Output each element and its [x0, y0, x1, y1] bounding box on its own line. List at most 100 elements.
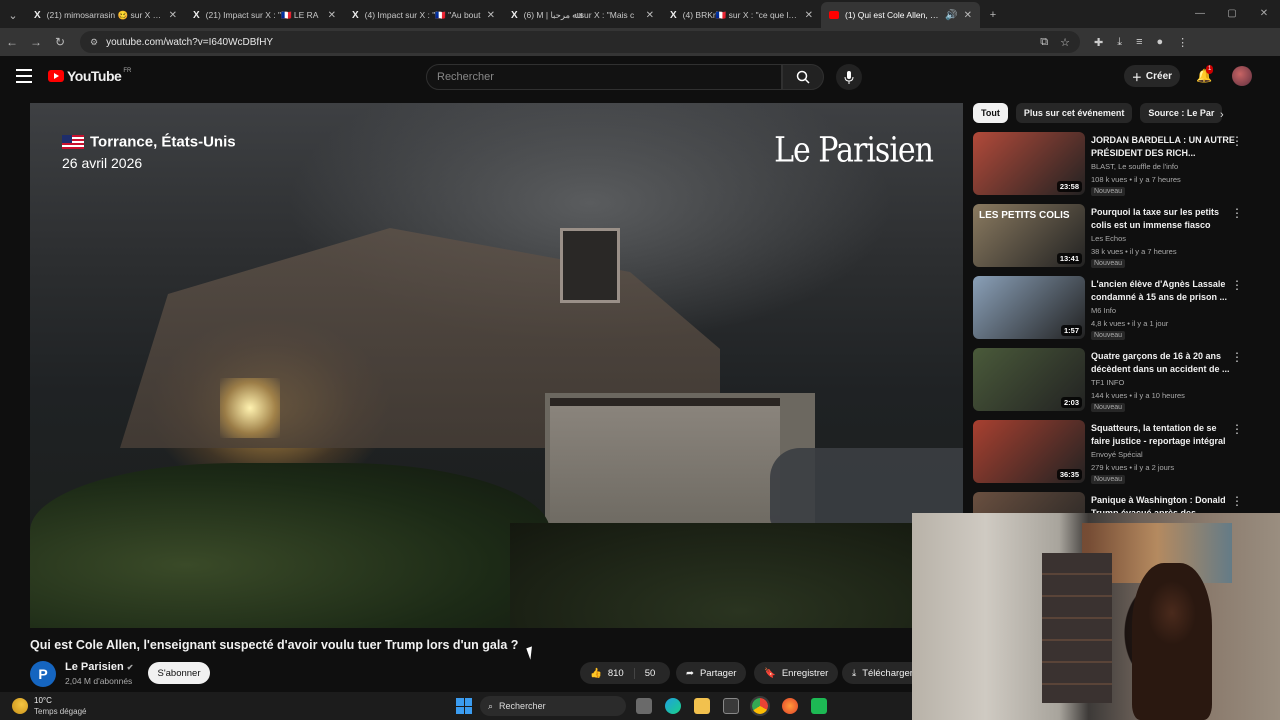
recommended-video[interactable]: 1:57 L'ancien élève d'Agnès Lassale conda… [973, 276, 1253, 342]
address-bar[interactable]: ⚙ youtube.com/watch?v=I640WcDBfHY ⧉ ☆ [80, 31, 1080, 53]
browser-tab-strip: ⌄ X (21) mimosarrasin 🥴 sur X : "C ✕ X (21) … [0, 0, 1280, 28]
tab-title: (21) Impact sur X : "🇫🇷 LE RA [205, 9, 319, 20]
dislike-button[interactable]: 50 [635, 668, 666, 679]
browser-tab[interactable]: X (21) mimosarrasin 🥴 sur X : "C ✕ [26, 2, 185, 28]
weather-description: Temps dégagé [34, 707, 87, 716]
youtube-logo[interactable]: YouTube FR [48, 68, 131, 84]
subscribe-button[interactable]: S'abonner [148, 662, 210, 684]
search-input[interactable]: Rechercher [426, 64, 782, 90]
youtube-play-icon [48, 70, 64, 82]
more-options-icon[interactable]: ⋮ [1231, 206, 1243, 220]
close-tab-icon[interactable]: ✕ [964, 10, 972, 21]
reload-icon[interactable]: ↻ [48, 35, 72, 49]
more-options-icon[interactable]: ⋮ [1231, 494, 1243, 508]
x-favicon-icon: X [352, 9, 359, 21]
audio-playing-icon[interactable]: 🔊 [945, 10, 957, 21]
close-tab-icon[interactable]: ✕ [169, 10, 177, 21]
microphone-icon [844, 70, 854, 84]
close-tab-icon[interactable]: ✕ [646, 10, 654, 21]
browser-tab[interactable]: (1) Qui est Cole Allen, l'ensi 🔊 ✕ [821, 2, 980, 28]
video-duration: 23:58 [1056, 181, 1082, 192]
store-icon[interactable] [723, 698, 739, 714]
recommended-video[interactable]: 23:58 JORDAN BARDELLA : UN AUTRE PRÉSIDEN… [973, 132, 1253, 198]
close-tab-icon[interactable]: ✕ [328, 10, 336, 21]
filter-chip[interactable]: Plus sur cet événement [1015, 103, 1133, 123]
profile-icon[interactable]: ● [1157, 36, 1164, 49]
recommended-video[interactable]: 36:35 Squatteurs, la tentation de se fair… [973, 420, 1253, 486]
video-thumbnail[interactable]: 23:58 [973, 132, 1085, 195]
browser-tab[interactable]: X (4) Impact sur X : "🇫🇷 "Au bout ✕ [344, 2, 503, 28]
maximize-icon[interactable]: ▢ [1216, 0, 1248, 28]
video-thumbnail[interactable]: 1:57 [973, 276, 1085, 339]
chrome-icon[interactable] [750, 696, 770, 716]
close-tab-icon[interactable]: ✕ [805, 10, 813, 21]
video-duration: 1:57 [1060, 325, 1082, 336]
more-options-icon[interactable]: ⋮ [1231, 134, 1243, 148]
user-avatar[interactable] [1232, 66, 1252, 86]
recommended-video[interactable]: LES PETITS COLIS 13:41 Pourquoi la taxe su… [973, 204, 1253, 270]
location-name: Torrance, États-Unis [90, 133, 236, 151]
app-icon[interactable] [811, 698, 827, 714]
close-tab-icon[interactable]: ✕ [487, 10, 495, 21]
voice-search-button[interactable] [836, 64, 862, 90]
download-icon[interactable]: ⤓ [1117, 36, 1122, 49]
x-favicon-icon: X [193, 9, 200, 21]
new-tab-button[interactable]: + [980, 2, 1006, 28]
browser-tab[interactable]: X (6) M | ﷲ ﻣﺮﺣﺒﺎ sur X : "Mais c ✕ [503, 2, 662, 28]
video-duration: 36:35 [1056, 469, 1082, 480]
more-options-icon[interactable]: ⋮ [1231, 422, 1243, 436]
edge-browser-icon[interactable] [665, 698, 681, 714]
x-favicon-icon: X [511, 9, 518, 21]
recommended-video[interactable]: 2:03 Quatre garçons de 16 à 20 ans décède… [973, 348, 1253, 414]
window-controls: — ▢ ✕ [1184, 0, 1280, 28]
notification-count-badge: 1 [1206, 65, 1214, 74]
forward-icon[interactable]: → [24, 35, 48, 49]
bookmark-icon: 🔖 [764, 667, 776, 679]
taskbar-search[interactable]: ⌕ Rechercher [480, 696, 626, 716]
hamburger-menu-icon[interactable] [16, 69, 32, 83]
share-button[interactable]: ➦ Partager [676, 662, 747, 684]
browser-tab[interactable]: X (4) BRKr🇫🇷 sur X : "ce que le mar ✕ [662, 2, 821, 28]
chevron-right-icon[interactable]: › [1220, 109, 1224, 121]
new-badge: Nouveau [1091, 259, 1126, 268]
search-button[interactable] [782, 64, 824, 90]
create-button[interactable]: ＋ Créer [1124, 65, 1180, 87]
recommended-title: Squatteurs, la tentation de se faire jus… [1091, 423, 1226, 446]
search-icon [796, 70, 810, 84]
browser-menu-icon[interactable]: ⋮ [1177, 36, 1188, 49]
filter-chip[interactable]: Source : Le Par [1140, 103, 1223, 123]
download-button[interactable]: ⤓ Télécharger [842, 662, 913, 684]
webcam-overlay [912, 513, 1280, 720]
site-info-icon[interactable]: ⚙ [90, 37, 98, 48]
filter-chips: Tout Plus sur cet événement Source : Le Pa… [973, 103, 1223, 123]
video-thumbnail[interactable]: 2:03 [973, 348, 1085, 411]
us-flag-icon [62, 134, 84, 149]
close-window-icon[interactable]: ✕ [1248, 0, 1280, 28]
channel-avatar[interactable]: P [30, 661, 56, 687]
bookmark-star-icon[interactable]: ☆ [1060, 36, 1070, 49]
like-button[interactable]: 👍 810 [580, 667, 635, 679]
channel-name[interactable]: Le Parisien ✔ [65, 661, 133, 673]
tab-search-icon[interactable]: ⌄ [0, 2, 26, 28]
more-options-icon[interactable]: ⋮ [1231, 350, 1243, 364]
install-app-icon[interactable]: ⧉ [1040, 36, 1048, 49]
task-view-icon[interactable] [636, 698, 652, 714]
back-icon[interactable]: ← [0, 35, 24, 49]
video-player[interactable]: Torrance, États-Unis 26 avril 2026 Le Pa… [30, 103, 963, 628]
video-thumbnail[interactable]: 36:35 [973, 420, 1085, 483]
more-options-icon[interactable]: ⋮ [1231, 278, 1243, 292]
new-badge: Nouveau [1091, 475, 1126, 484]
extensions-icon[interactable]: ✚ [1094, 36, 1103, 49]
video-thumbnail[interactable]: LES PETITS COLIS 13:41 [973, 204, 1085, 267]
media-control-icon[interactable]: ≡ [1136, 36, 1142, 49]
file-explorer-icon[interactable] [694, 698, 710, 714]
windows-start-icon[interactable] [456, 698, 472, 714]
save-button[interactable]: 🔖 Enregistrer [754, 662, 839, 684]
weather-moon-icon[interactable] [12, 698, 28, 714]
taskbar-search-icon: ⌕ [488, 700, 494, 711]
tabs: X (21) mimosarrasin 🥴 sur X : "C ✕ X (21) Im… [26, 2, 980, 28]
firefox-icon[interactable] [782, 698, 798, 714]
minimize-icon[interactable]: — [1184, 0, 1216, 28]
filter-chip[interactable]: Tout [973, 103, 1008, 123]
browser-tab[interactable]: X (21) Impact sur X : "🇫🇷 LE RA ✕ [185, 2, 344, 28]
